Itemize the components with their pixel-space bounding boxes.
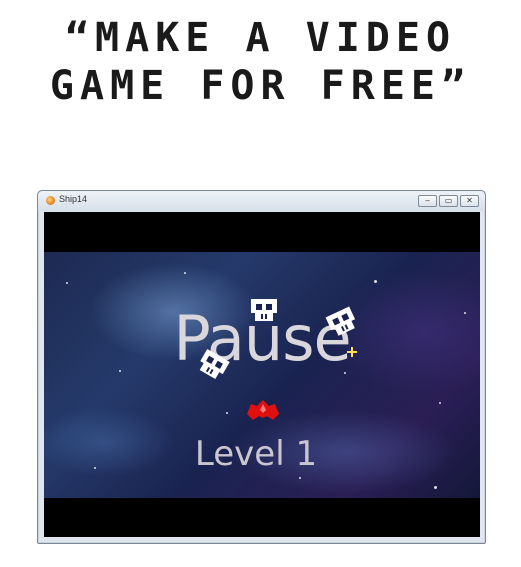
window-titlebar[interactable]: Ship14 ‒ ▭ ✕ <box>38 191 485 211</box>
close-button[interactable]: ✕ <box>460 195 479 207</box>
sparkle-icon <box>347 347 357 357</box>
level-label: Level 1 <box>194 434 318 474</box>
headline: “Make a Video Game for Free” <box>0 14 521 110</box>
maximize-button[interactable]: ▭ <box>439 195 458 207</box>
star <box>226 412 228 414</box>
star <box>439 402 441 404</box>
window-title: Ship14 <box>59 194 88 204</box>
player-ship-icon <box>247 400 279 420</box>
game-window: Ship14 ‒ ▭ ✕ Pause Level 1 <box>37 190 486 544</box>
space-background: Pause Level 1 <box>44 252 480 498</box>
maximize-icon: ▭ <box>444 196 453 205</box>
window-controls: ‒ ▭ ✕ <box>418 195 479 207</box>
headline-line-2: Game for Free” <box>49 63 472 109</box>
headline-line-1: “Make a Video <box>64 15 457 61</box>
star <box>184 272 186 274</box>
minimize-icon: ‒ <box>424 196 431 205</box>
star <box>66 282 68 284</box>
close-icon: ✕ <box>466 196 473 205</box>
minimize-button[interactable]: ‒ <box>418 195 437 207</box>
star <box>299 477 301 479</box>
skull-enemy-icon <box>251 299 277 321</box>
game-viewport[interactable]: Pause Level 1 <box>44 212 480 537</box>
app-icon <box>46 196 55 205</box>
star <box>374 280 377 283</box>
star <box>434 486 437 489</box>
